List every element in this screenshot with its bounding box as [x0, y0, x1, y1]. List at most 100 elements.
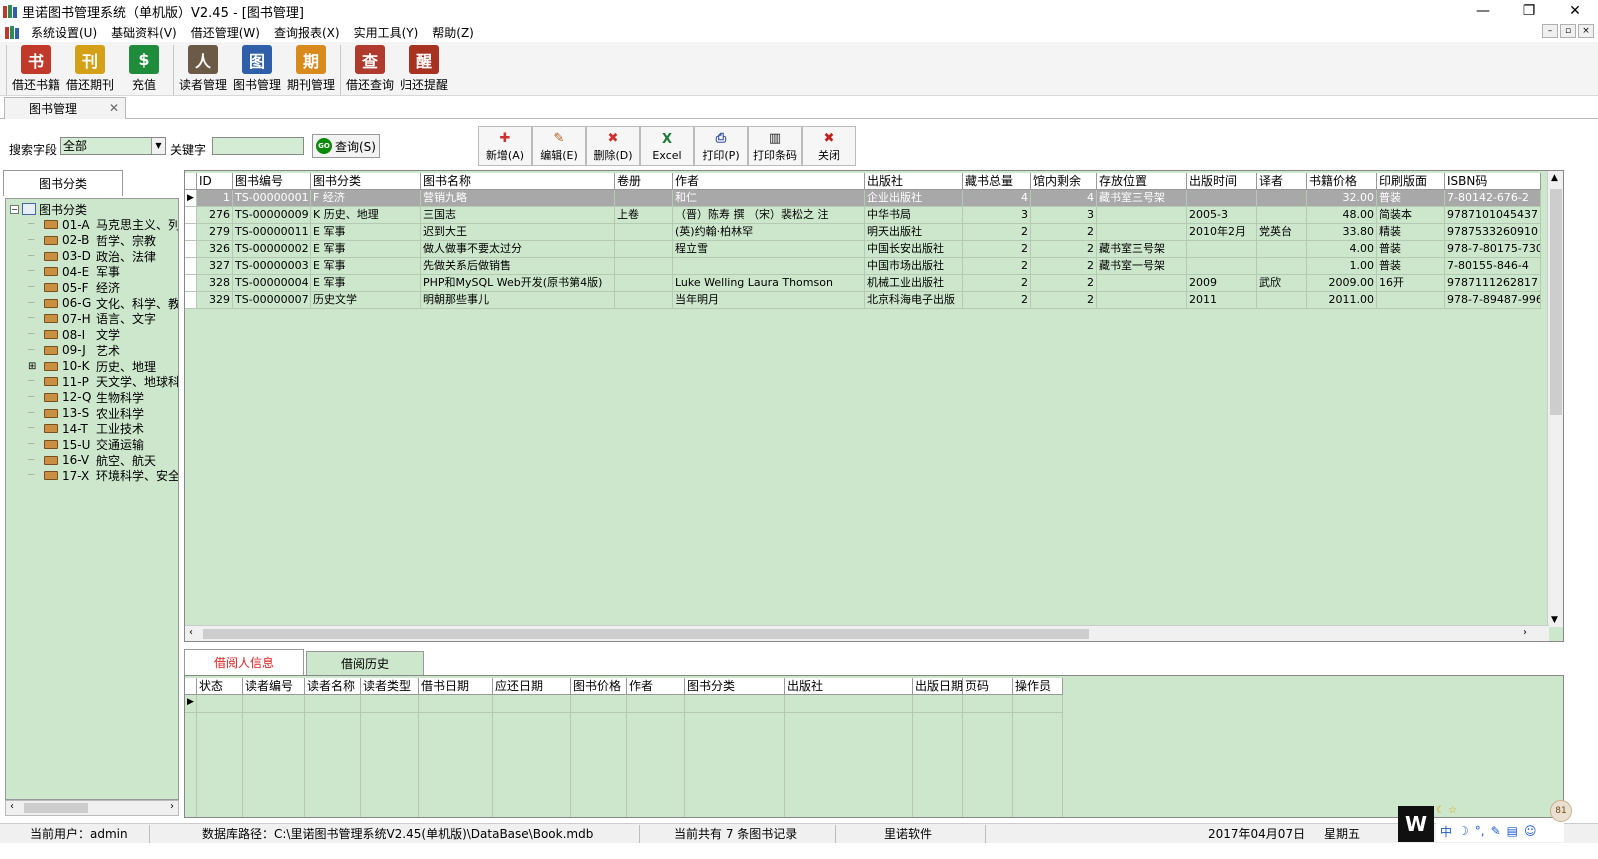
table-cell[interactable]: 藏书室三号架 — [1097, 241, 1187, 258]
menu-borrow-return[interactable]: 借还管理(W) — [184, 24, 267, 41]
table-cell[interactable]: 藏书室三号架 — [1097, 190, 1187, 207]
table-cell[interactable]: 精装 — [1377, 224, 1445, 241]
table-cell[interactable]: 藏书室一号架 — [1097, 258, 1187, 275]
ime-chinese-mode-icon[interactable]: 中 — [1440, 823, 1452, 840]
scroll-left-icon[interactable]: ‹ — [10, 801, 14, 812]
table-cell[interactable] — [673, 258, 865, 275]
table-cell[interactable]: TS-00000009 — [233, 207, 311, 224]
ime-menu-icon[interactable]: ▤ — [1507, 824, 1518, 838]
table-cell[interactable]: 2011.00 — [1307, 292, 1377, 309]
tab-borrower-info[interactable]: 借阅人信息 — [184, 649, 304, 675]
table-cell[interactable]: 机械工业出版社 — [865, 275, 963, 292]
table-cell[interactable] — [1097, 207, 1187, 224]
table-cell[interactable]: 16开 — [1377, 275, 1445, 292]
current-row-icon[interactable]: ▶ — [187, 697, 194, 707]
ime-logo-icon[interactable]: W — [1398, 806, 1434, 842]
table-cell[interactable]: (英)约翰·柏林罕 — [673, 224, 865, 241]
collapse-icon[interactable]: − — [10, 204, 19, 214]
table-cell[interactable]: 营销九略 — [421, 190, 615, 207]
close-button[interactable]: ✖ 关闭 — [802, 126, 856, 166]
tree-item[interactable]: ┈ 07-H 语言、文字 — [28, 311, 156, 327]
add-button[interactable]: ✚ 新增(A) — [478, 126, 532, 166]
menu-base-data[interactable]: 基础资料(V) — [104, 24, 184, 41]
column-header-format[interactable]: 印刷版面 — [1377, 173, 1445, 190]
table-cell[interactable] — [1257, 190, 1307, 207]
borrower-column-header[interactable]: 读者名称 — [305, 678, 361, 695]
print-barcode-button[interactable]: ▥ 打印条码 — [748, 126, 802, 166]
borrow-return-books-button[interactable]: 书 借还书籍 — [9, 45, 63, 95]
search-field-select[interactable]: 全部 ▼ — [60, 137, 166, 155]
table-cell[interactable]: PHP和MySQL Web开发(原书第4版) — [421, 275, 615, 292]
current-row-icon[interactable]: ▶ — [185, 190, 197, 207]
table-cell[interactable]: 2 — [1031, 241, 1097, 258]
table-cell[interactable]: （晋）陈寿 撰 （宋）裴松之 注 — [673, 207, 865, 224]
delete-button[interactable]: ✖ 删除(D) — [586, 126, 640, 166]
borrower-column-header[interactable]: 操作员 — [1013, 678, 1063, 695]
table-cell[interactable]: 中国市场出版社 — [865, 258, 963, 275]
table-cell[interactable]: 328 — [197, 275, 233, 292]
table-cell[interactable]: 明天出版社 — [865, 224, 963, 241]
column-header-translator[interactable]: 译者 — [1257, 173, 1307, 190]
table-cell[interactable]: 9787111262817 — [1445, 275, 1541, 292]
tree-item[interactable]: ┈ 02-B 哲学、宗教 — [28, 232, 156, 248]
borrower-column-header[interactable]: 读者类型 — [361, 678, 419, 695]
tab-book-management[interactable]: 图书管理 ✕ — [4, 97, 126, 119]
table-cell[interactable]: 2 — [963, 258, 1031, 275]
row-indicator[interactable] — [185, 241, 197, 258]
table-cell[interactable]: 4 — [1031, 190, 1097, 207]
scroll-thumb[interactable] — [24, 803, 88, 813]
table-cell[interactable]: E 军事 — [311, 258, 421, 275]
table-cell[interactable]: 普装 — [1377, 258, 1445, 275]
borrower-column-header[interactable]: 作者 — [627, 678, 685, 695]
table-cell[interactable]: 2 — [1031, 224, 1097, 241]
borrower-column-header[interactable]: 应还日期 — [493, 678, 571, 695]
reader-management-button[interactable]: 人 读者管理 — [176, 45, 230, 95]
tree-root[interactable]: − 图书分类 — [10, 201, 87, 217]
table-row[interactable]: ▶ 1 TS-00000001 F 经济 营销九略 和仁 企业出版社 4 4 藏书室三号架 32.0… — [185, 190, 1541, 207]
minimize-button[interactable]: — — [1460, 0, 1506, 22]
borrower-column-header[interactable]: 读者编号 — [243, 678, 305, 695]
table-cell[interactable]: 327 — [197, 258, 233, 275]
tree-horizontal-scrollbar[interactable]: ‹ › — [5, 800, 179, 816]
scroll-right-icon[interactable]: › — [1523, 627, 1527, 638]
table-cell[interactable]: 32.00 — [1307, 190, 1377, 207]
table-cell[interactable] — [615, 258, 673, 275]
table-cell[interactable]: 978-7-89487-996- — [1445, 292, 1541, 309]
table-cell[interactable]: 上卷 — [615, 207, 673, 224]
ime-skin-icon[interactable]: ☺ — [1524, 824, 1537, 838]
ime-halfwidth-icon[interactable]: ☽ — [1458, 824, 1469, 838]
table-cell[interactable]: 7-80155-846-4 — [1445, 258, 1541, 275]
table-row[interactable]: 329 TS-00000007 历史文学 明朝那些事儿 当年明月 北京科海电子出版 2 2 20… — [185, 292, 1541, 309]
table-cell[interactable] — [1097, 292, 1187, 309]
table-row[interactable]: 327 TS-00000003 E 军事 先做关系后做销售 中国市场出版社 2 2 藏书室一号… — [185, 258, 1541, 275]
borrow-return-journals-button[interactable]: 刊 借还期刊 — [63, 45, 117, 95]
book-management-button[interactable]: 图 图书管理 — [230, 45, 284, 95]
tree-item[interactable]: ┈ 04-E 军事 — [28, 264, 120, 280]
print-button[interactable]: ⎙ 打印(P) — [694, 126, 748, 166]
table-cell[interactable]: 2 — [963, 224, 1031, 241]
table-cell[interactable] — [615, 241, 673, 258]
column-header-title[interactable]: 图书名称 — [421, 173, 615, 190]
table-cell[interactable] — [1187, 241, 1257, 258]
table-cell[interactable]: 2 — [1031, 258, 1097, 275]
tree-item[interactable]: ┈ 15-U 交通运输 — [28, 437, 144, 453]
table-cell[interactable] — [1187, 190, 1257, 207]
table-cell[interactable] — [1097, 224, 1187, 241]
table-cell[interactable] — [1257, 207, 1307, 224]
borrow-query-button[interactable]: 查 借还查询 — [343, 45, 397, 95]
table-cell[interactable]: 2005-3 — [1187, 207, 1257, 224]
keyword-input[interactable] — [212, 137, 304, 155]
tree-item[interactable]: ┈ 14-T 工业技术 — [28, 421, 144, 437]
table-cell[interactable]: 279 — [197, 224, 233, 241]
table-cell[interactable]: E 军事 — [311, 275, 421, 292]
column-header-pub-date[interactable]: 出版时间 — [1187, 173, 1257, 190]
column-header-remaining[interactable]: 馆内剩余 — [1031, 173, 1097, 190]
table-cell[interactable]: 2 — [1031, 275, 1097, 292]
column-header-location[interactable]: 存放位置 — [1097, 173, 1187, 190]
column-header-category[interactable]: 图书分类 — [311, 173, 421, 190]
return-reminder-button[interactable]: 醒 归还提醒 — [397, 45, 451, 95]
table-cell[interactable]: 1.00 — [1307, 258, 1377, 275]
table-cell[interactable]: TS-00000011 — [233, 224, 311, 241]
table-cell[interactable]: 3 — [963, 207, 1031, 224]
grid-horizontal-scrollbar[interactable]: ‹ › — [185, 625, 1549, 641]
